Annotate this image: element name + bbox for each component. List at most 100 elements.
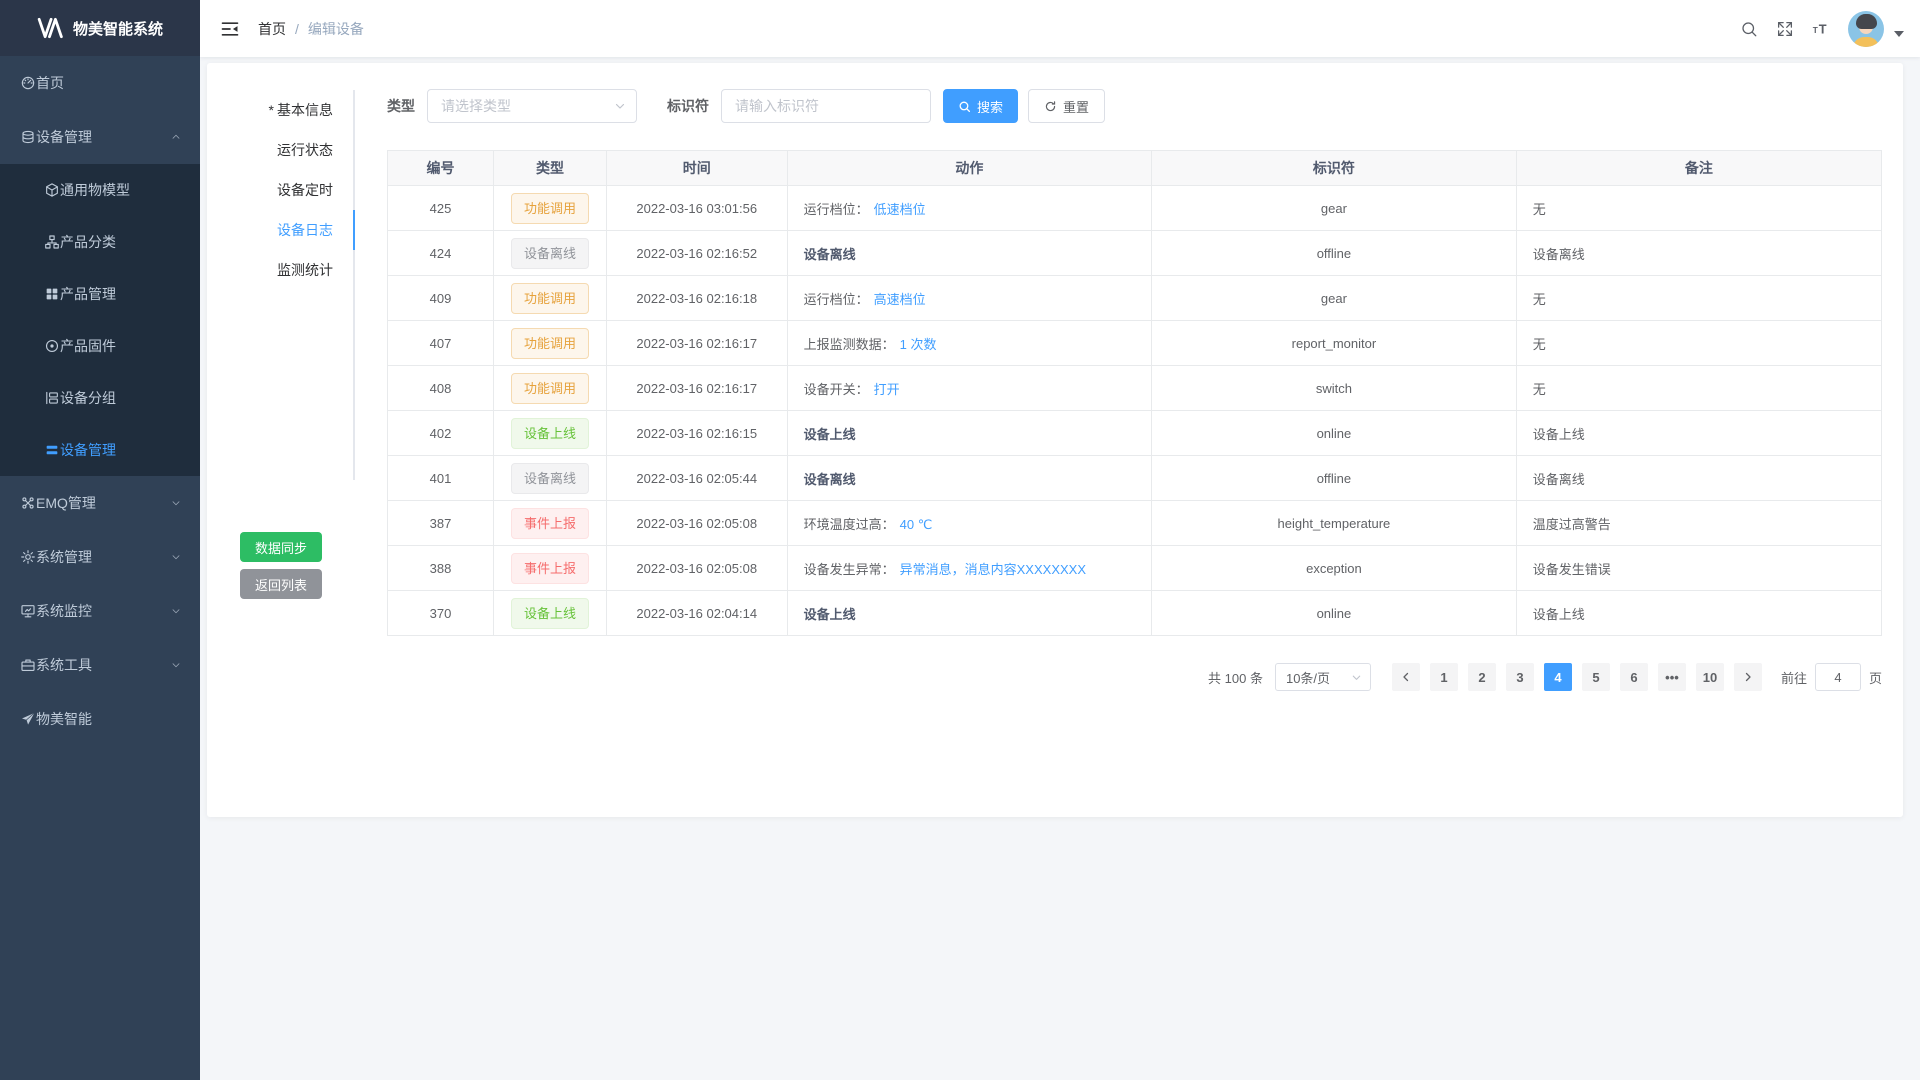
page-ellipsis-button[interactable]: •••: [1658, 663, 1686, 691]
cell-no: 401: [388, 456, 494, 501]
cell-remark: 设备离线: [1516, 231, 1881, 276]
cell-time: 2022-03-16 02:16:17: [606, 321, 787, 366]
page-button-1[interactable]: 1: [1430, 663, 1458, 691]
tab-label: 设备日志: [277, 222, 333, 238]
chevron-down-icon: [1351, 672, 1362, 683]
sidebar-subitem-device-group[interactable]: 设备分组: [0, 372, 200, 424]
sidebar-item-label: 设备管理: [36, 127, 170, 147]
page-button-6[interactable]: 6: [1620, 663, 1648, 691]
action-link[interactable]: 打开: [874, 382, 900, 397]
sidebar-item-emq-mgmt[interactable]: EMQ管理: [0, 476, 200, 530]
cell-action: 运行档位：高速档位: [787, 276, 1152, 321]
column-header: 备注: [1516, 151, 1881, 186]
cell-type: 事件上报: [494, 546, 607, 591]
cell-no: 409: [388, 276, 494, 321]
back-to-list-button[interactable]: 返回列表: [240, 569, 322, 599]
svg-text:T: T: [1813, 25, 1818, 34]
cell-time: 2022-03-16 02:05:44: [606, 456, 787, 501]
action-link[interactable]: 高速档位: [874, 292, 926, 307]
column-header: 标识符: [1152, 151, 1517, 186]
send-icon: [20, 711, 36, 727]
log-panel: 类型 请选择类型 标识符 请输入标识符 搜索: [355, 63, 1903, 817]
page-goto: 前往 页: [1781, 663, 1882, 691]
font-size-icon[interactable]: TT: [1812, 20, 1830, 38]
identifier-input[interactable]: 请输入标识符: [721, 89, 931, 123]
cell-identifier: offline: [1152, 231, 1517, 276]
action-prefix: 环境温度过高：: [804, 517, 895, 532]
cell-remark: 无: [1516, 276, 1881, 321]
page-button-2[interactable]: 2: [1468, 663, 1496, 691]
tabs-column: *基本信息运行状态设备定时设备日志监测统计 数据同步 返回列表: [207, 63, 355, 817]
page-button-5[interactable]: 5: [1582, 663, 1610, 691]
cell-type: 设备离线: [494, 456, 607, 501]
sidebar-item-system-monitor[interactable]: 系统监控: [0, 584, 200, 638]
main-content: *基本信息运行状态设备定时设备日志监测统计 数据同步 返回列表 类型 请选择类型…: [200, 57, 1920, 1080]
type-tag: 设备上线: [511, 418, 589, 449]
cell-identifier: gear: [1152, 186, 1517, 231]
column-header: 动作: [787, 151, 1152, 186]
tab-device-timer[interactable]: 设备定时: [207, 170, 353, 210]
data-sync-button[interactable]: 数据同步: [240, 532, 322, 562]
cell-remark: 设备发生错误: [1516, 546, 1881, 591]
page-button-3[interactable]: 3: [1506, 663, 1534, 691]
next-page-button[interactable]: [1734, 663, 1762, 691]
page-button-10[interactable]: 10: [1696, 663, 1724, 691]
sidebar-fold-icon[interactable]: [220, 19, 240, 39]
table-row: 388事件上报2022-03-16 02:05:08设备发生异常：异常消息，消息…: [388, 546, 1882, 591]
tab-device-log[interactable]: 设备日志: [207, 210, 353, 250]
monitor-icon: [20, 603, 36, 619]
page-button-4[interactable]: 4: [1544, 663, 1572, 691]
cell-time: 2022-03-16 02:05:08: [606, 501, 787, 546]
sidebar-item-system-mgmt[interactable]: 系统管理: [0, 530, 200, 584]
sidebar-item-wumei-smart[interactable]: 物美智能: [0, 692, 200, 746]
search-button[interactable]: 搜索: [943, 89, 1018, 123]
cell-time: 2022-03-16 02:16:15: [606, 411, 787, 456]
reset-button[interactable]: 重置: [1028, 89, 1105, 123]
goto-page-input[interactable]: [1815, 663, 1861, 691]
sidebar-item-home[interactable]: 首页: [0, 56, 200, 110]
page-size-select[interactable]: 10条/页: [1275, 663, 1371, 691]
action-link[interactable]: 1 次数: [900, 337, 937, 352]
action-link[interactable]: 40 ℃: [900, 517, 933, 532]
breadcrumb-home-link[interactable]: 首页: [258, 19, 286, 39]
vertical-tabs: *基本信息运行状态设备定时设备日志监测统计: [207, 90, 355, 480]
fullscreen-icon[interactable]: [1776, 20, 1794, 38]
cell-type: 设备上线: [494, 411, 607, 456]
cell-remark: 温度过高警告: [1516, 501, 1881, 546]
search-icon[interactable]: [1740, 20, 1758, 38]
goto-label: 前往: [1781, 668, 1807, 687]
bars-icon: [44, 442, 60, 458]
sidebar-subitem-device-list[interactable]: 设备管理: [0, 424, 200, 476]
sidebar-item-label: 系统工具: [36, 655, 170, 675]
group-icon: [44, 390, 60, 406]
sidebar-subitem-product-category[interactable]: 产品分类: [0, 216, 200, 268]
sidebar-item-system-tools[interactable]: 系统工具: [0, 638, 200, 692]
cell-remark: 设备上线: [1516, 411, 1881, 456]
sidebar-subitem-thing-model[interactable]: 通用物模型: [0, 164, 200, 216]
sidebar-subitem-product-mgmt[interactable]: 产品管理: [0, 268, 200, 320]
prev-page-button[interactable]: [1392, 663, 1420, 691]
action-link[interactable]: 异常消息，消息内容XXXXXXXX: [900, 562, 1086, 577]
tab-label: 监测统计: [277, 262, 333, 278]
goto-unit: 页: [1869, 668, 1882, 687]
sidebar-subitem-product-firmware[interactable]: 产品固件: [0, 320, 200, 372]
layers-icon: [20, 129, 36, 145]
user-avatar[interactable]: [1848, 11, 1884, 47]
sidebar-item-device-mgmt[interactable]: 设备管理: [0, 110, 200, 164]
tab-run-status[interactable]: 运行状态: [207, 130, 353, 170]
type-tag: 设备离线: [511, 238, 589, 269]
action-link[interactable]: 低速档位: [874, 202, 926, 217]
type-select[interactable]: 请选择类型: [427, 89, 637, 123]
type-tag: 功能调用: [511, 328, 589, 359]
action-text: 设备上线: [804, 427, 856, 442]
sidebar-item-label: 系统管理: [36, 547, 170, 567]
tab-label: 设备定时: [277, 182, 333, 198]
cell-time: 2022-03-16 03:01:56: [606, 186, 787, 231]
user-menu-caret-icon[interactable]: [1894, 31, 1904, 37]
sidebar: 物美智能系统 首页设备管理通用物模型产品分类产品管理产品固件设备分组设备管理EM…: [0, 0, 200, 1080]
table-row: 424设备离线2022-03-16 02:16:52设备离线offline设备离…: [388, 231, 1882, 276]
tab-basic-info[interactable]: *基本信息: [207, 90, 353, 130]
cell-identifier: gear: [1152, 276, 1517, 321]
cell-no: 424: [388, 231, 494, 276]
tab-monitor-stats[interactable]: 监测统计: [207, 250, 353, 290]
